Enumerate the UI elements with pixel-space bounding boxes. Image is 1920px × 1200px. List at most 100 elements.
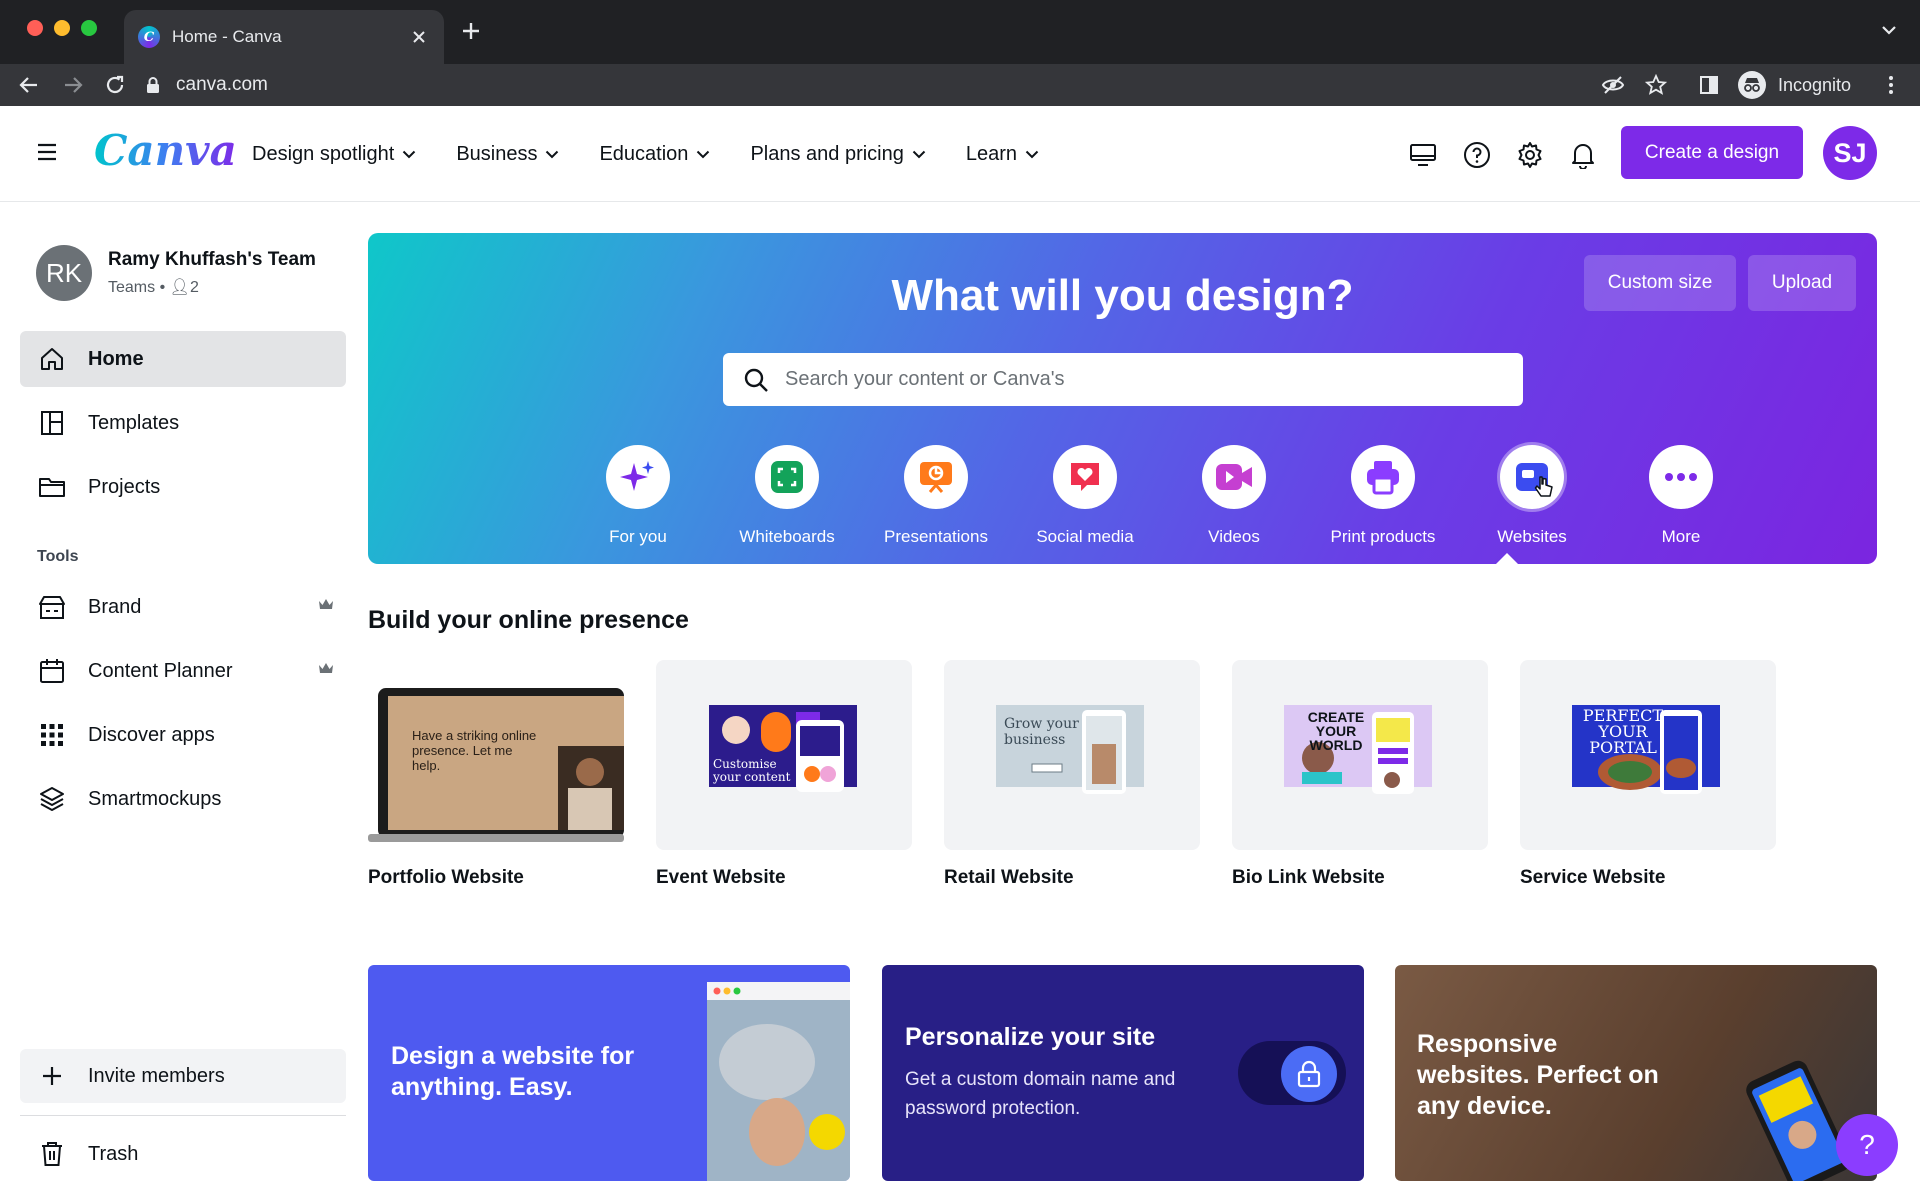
sidebar-item-trash[interactable]: Trash	[20, 1127, 346, 1181]
promo-title: Responsive websites. Perfect on any devi…	[1417, 1030, 1659, 1120]
nav-label: Learn	[965, 142, 1018, 165]
template-card-portfolio[interactable]: Have a striking online presence. Let me …	[368, 660, 624, 889]
card-thumbnail: Customise your content	[656, 660, 912, 850]
user-avatar[interactable]: SJ	[1823, 126, 1877, 180]
sidebar-item-projects[interactable]: Projects	[20, 459, 346, 515]
browser-tabstrip: C Home - Canva	[0, 0, 1920, 64]
chevron-down-icon	[912, 150, 926, 158]
promo-card-responsive[interactable]: Responsive websites. Perfect on any devi…	[1395, 965, 1877, 1181]
sidebar-item-label: Discover apps	[88, 723, 215, 746]
thumbnail-text: Grow your business	[1004, 716, 1079, 748]
bio-link-website-preview-image	[1284, 705, 1432, 794]
card-label: Bio Link Website	[1232, 867, 1385, 888]
site-header: Canva Design spotlight Business Educatio…	[0, 106, 1920, 202]
team-name: Ramy Khuffash's Team	[108, 249, 316, 270]
notification-bell-icon[interactable]	[1568, 140, 1598, 170]
address-bar[interactable]: canva.com	[146, 64, 268, 106]
promo-card-personalize[interactable]: Personalize your site Get a custom domai…	[882, 965, 1364, 1181]
close-window-button[interactable]	[27, 20, 43, 36]
incognito-badge[interactable]: Incognito	[1738, 70, 1851, 100]
crown-icon	[318, 661, 334, 675]
presentation-icon	[904, 445, 968, 509]
category-presentations[interactable]: Presentations	[861, 445, 1011, 547]
help-fab-button[interactable]: ?	[1836, 1114, 1898, 1176]
sidebar-item-smartmockups[interactable]: Smartmockups	[20, 771, 346, 827]
nav-plans-and-pricing[interactable]: Plans and pricing	[750, 143, 926, 166]
category-label: Websites	[1497, 527, 1567, 546]
more-icon	[1649, 445, 1713, 509]
trash-icon	[38, 1140, 66, 1168]
promo-title: Personalize your site	[905, 1023, 1156, 1051]
nav-learn[interactable]: Learn	[966, 143, 1039, 166]
home-icon	[38, 345, 66, 373]
team-switcher[interactable]: RK Ramy Khuffash's Team Teams • 👤︎2	[36, 245, 316, 301]
calendar-icon	[38, 657, 66, 685]
template-card-retail[interactable]: Grow your business Retail Website	[944, 660, 1200, 889]
settings-gear-icon[interactable]	[1515, 140, 1545, 170]
nav-education[interactable]: Education	[599, 143, 710, 166]
apps-grid-icon	[38, 721, 66, 749]
template-card-service[interactable]: PERFECT YOUR PORTAL Service Website	[1520, 660, 1776, 889]
sidebar-item-brand[interactable]: Brand	[20, 579, 346, 635]
category-social-media[interactable]: Social media	[1010, 445, 1160, 547]
retail-website-preview-image	[996, 705, 1144, 794]
category-label: Whiteboards	[739, 527, 835, 546]
new-tab-icon[interactable]	[460, 20, 482, 42]
zoom-window-button[interactable]	[81, 20, 97, 36]
back-arrow-icon[interactable]	[16, 72, 42, 98]
template-card-event[interactable]: Customise your content Event Website	[656, 660, 912, 889]
incognito-icon	[1738, 71, 1766, 99]
desktop-app-icon[interactable]	[1408, 140, 1438, 170]
template-card-bio-link[interactable]: CREATE YOUR WORLD Bio Link Website	[1232, 660, 1488, 889]
category-print-products[interactable]: Print products	[1308, 445, 1458, 547]
search-placeholder: Search your content or Canva's	[785, 368, 1065, 390]
sidebar-item-discover-apps[interactable]: Discover apps	[20, 707, 346, 763]
tools-heading: Tools	[37, 548, 79, 565]
canva-logo[interactable]: Canva	[94, 126, 237, 175]
side-panel-icon[interactable]	[1696, 72, 1722, 98]
website-icon	[1500, 445, 1564, 509]
search-icon	[743, 367, 769, 393]
create-a-design-button[interactable]: Create a design	[1621, 126, 1803, 179]
folder-icon	[38, 473, 66, 501]
minimize-window-button[interactable]	[54, 20, 70, 36]
sparkle-icon	[606, 445, 670, 509]
nav-label: Design spotlight	[252, 142, 395, 165]
close-tab-icon[interactable]	[408, 26, 430, 48]
tab-search-chevron-icon[interactable]	[1880, 24, 1898, 36]
search-input[interactable]: Search your content or Canva's	[723, 353, 1523, 406]
sidebar-item-content-planner[interactable]: Content Planner	[20, 643, 346, 699]
plus-icon	[38, 1062, 66, 1090]
invite-members-button[interactable]: Invite members	[20, 1049, 346, 1103]
browser-tab[interactable]: C Home - Canva	[124, 10, 444, 64]
sidebar-item-templates[interactable]: Templates	[20, 395, 346, 451]
category-websites[interactable]: Websites	[1457, 445, 1607, 547]
design-categories: For you Whiteboards Presentations Social…	[563, 445, 1723, 555]
card-thumbnail: CREATE YOUR WORLD	[1232, 660, 1488, 850]
invite-label: Invite members	[88, 1064, 225, 1087]
section-title: Build your online presence	[368, 606, 689, 634]
active-category-caret	[1495, 553, 1519, 565]
thumbnail-text: Have a striking online presence. Let me …	[412, 728, 537, 773]
nav-business[interactable]: Business	[456, 143, 559, 166]
trash-label: Trash	[88, 1142, 139, 1165]
canva-favicon-icon: C	[138, 26, 160, 48]
nav-design-spotlight[interactable]: Design spotlight	[252, 143, 416, 166]
forward-arrow-icon[interactable]	[60, 72, 86, 98]
reload-icon[interactable]	[102, 72, 128, 98]
category-more[interactable]: More	[1606, 445, 1756, 547]
help-circle-icon[interactable]	[1462, 140, 1492, 170]
category-for-you[interactable]: For you	[563, 445, 713, 547]
templates-icon	[38, 409, 66, 437]
sidebar-item-home[interactable]: Home	[20, 331, 346, 387]
promo-card-design-website[interactable]: Design a website for anything. Easy.	[368, 965, 850, 1181]
category-whiteboards[interactable]: Whiteboards	[712, 445, 862, 547]
bookmark-star-icon[interactable]	[1643, 72, 1669, 98]
eye-slash-icon[interactable]	[1600, 72, 1626, 98]
hamburger-menu-icon[interactable]	[36, 142, 58, 162]
sidebar-item-label: Home	[88, 347, 144, 370]
category-videos[interactable]: Videos	[1159, 445, 1309, 547]
chevron-down-icon	[403, 150, 416, 158]
sidebar: RK Ramy Khuffash's Team Teams • 👤︎2 Home…	[0, 203, 360, 1200]
browser-menu-icon[interactable]	[1878, 72, 1904, 98]
